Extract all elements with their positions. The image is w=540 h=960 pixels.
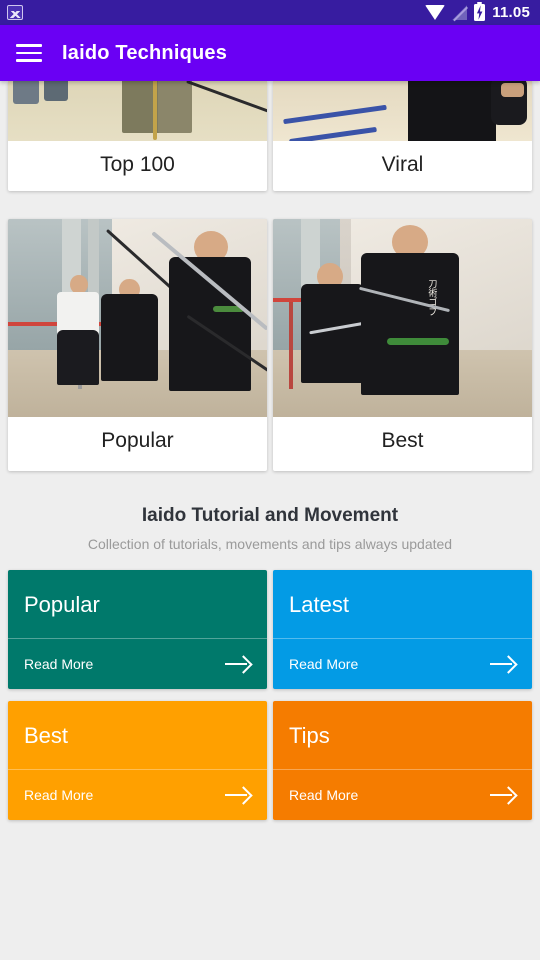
tile-row-1: Popular Read More Latest Read More (8, 570, 532, 690)
photo-card-top-100[interactable]: Top 100 (8, 81, 267, 192)
card-thumbnail: 刀術ゴブ (273, 219, 532, 418)
dojo-photo (8, 81, 267, 141)
page-title: Iaido Techniques (62, 41, 228, 64)
hamburger-menu-icon[interactable] (16, 44, 42, 62)
status-bar-indicators: 11.05 (425, 1, 530, 21)
dojo-photo (273, 81, 532, 141)
tile-title: Tips (289, 723, 330, 749)
tile-row-2: Best Read More Tips Read More (8, 701, 532, 821)
arrow-right-icon (490, 786, 516, 804)
app-bar: Iaido Techniques (0, 25, 540, 81)
arrow-right-icon (225, 786, 251, 804)
read-more-label: Read More (24, 787, 94, 804)
card-label: Top 100 (100, 153, 175, 176)
photo-card-viral[interactable]: Viral (273, 81, 532, 192)
photo-card-row-2: Popular 刀 術 ゴ ブ Best (0, 219, 540, 472)
hamburger-line (16, 44, 42, 47)
wifi-icon (425, 5, 446, 20)
status-bar-notifications (7, 5, 425, 20)
read-more-label: Read More (289, 656, 359, 673)
signal-off-icon (452, 5, 467, 20)
scroll-content[interactable]: Top 100 Viral Popular 刀 術 ゴ ブ Best Iaido… (0, 81, 540, 960)
tile-header: Latest (273, 570, 532, 638)
status-bar: 11.05 (0, 0, 540, 25)
photo-card-row-1: Top 100 Viral (0, 81, 540, 192)
arrow-right-icon (225, 655, 251, 673)
tile-title: Popular (24, 592, 100, 618)
dojo-photo (8, 219, 267, 418)
tile-read-more-popular[interactable]: Read More (8, 639, 267, 689)
hamburger-line (16, 51, 42, 55)
tile-read-more-tips[interactable]: Read More (273, 770, 532, 820)
read-more-label: Read More (289, 787, 359, 804)
tile-latest[interactable]: Latest Read More (273, 570, 532, 690)
tile-tips[interactable]: Tips Read More (273, 701, 532, 821)
battery-charging-icon (474, 1, 486, 21)
card-thumbnail (8, 81, 267, 141)
tile-header: Best (8, 701, 267, 769)
tile-header: Tips (273, 701, 532, 769)
tile-best[interactable]: Best Read More (8, 701, 267, 821)
card-label: Viral (381, 153, 424, 176)
photo-card-best[interactable]: 刀術ゴブ Best (273, 219, 532, 472)
card-label: Popular (101, 429, 174, 453)
photo-card-popular[interactable]: Popular (8, 219, 267, 472)
status-bar-clock: 11.05 (492, 4, 530, 21)
hamburger-line (16, 59, 42, 62)
section-subtitle: Collection of tutorials, movements and t… (87, 536, 453, 553)
read-more-label: Read More (24, 656, 94, 673)
tile-title: Best (24, 723, 69, 749)
tile-title: Latest (289, 592, 349, 618)
card-thumbnail (273, 81, 532, 141)
tile-read-more-best[interactable]: Read More (8, 770, 267, 820)
category-tile-grid: Popular Read More Latest Read More Best … (0, 552, 540, 821)
tile-popular[interactable]: Popular Read More (8, 570, 267, 690)
bolt-icon (476, 5, 483, 20)
card-thumbnail (8, 219, 267, 418)
tile-header: Popular (8, 570, 267, 638)
arrow-right-icon (490, 655, 516, 673)
section-title: Iaido Tutorial and Movement (141, 505, 399, 527)
section-header: Iaido Tutorial and Movement Collection o… (0, 471, 540, 552)
tile-read-more-latest[interactable]: Read More (273, 639, 532, 689)
photo-icon (7, 5, 23, 20)
card-label: Best (381, 429, 424, 453)
dojo-photo: 刀術ゴブ (273, 219, 532, 418)
